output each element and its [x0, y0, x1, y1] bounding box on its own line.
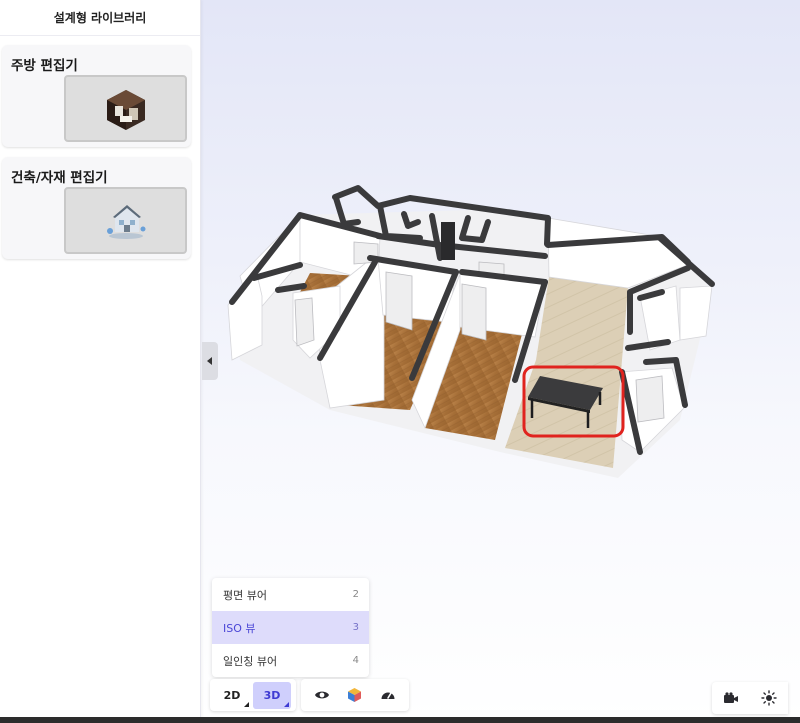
kitchen-editor-title: 주방 편집기 — [11, 58, 78, 74]
mode-3d-button[interactable]: 3D — [253, 681, 291, 709]
menu-item-shortcut: 3 — [352, 622, 359, 633]
eye-icon — [314, 691, 329, 699]
video-camera-icon — [724, 692, 738, 703]
bottom-edge-bar — [0, 717, 800, 723]
menu-item-label: 일인칭 뷰어 — [223, 654, 278, 668]
sun-icon — [761, 690, 777, 706]
menu-item-plan-viewer[interactable]: 평면 뷰어 2 — [212, 578, 369, 611]
library-panel: 설계형 라이브러리 주방 편집기 건축/자재 편집기 — [0, 0, 201, 723]
mode-3d-label: 3D — [263, 688, 281, 702]
gauge-icon — [381, 692, 395, 699]
architecture-editor-card[interactable]: 건축/자재 편집기 — [2, 157, 191, 259]
architecture-editor-title: 건축/자재 편집기 — [11, 170, 108, 186]
visibility-button[interactable] — [309, 682, 335, 708]
dark-door-opening — [441, 222, 455, 260]
menu-item-label: ISO 뷰 — [223, 621, 256, 635]
panel-title: 설계형 라이브러리 — [0, 0, 200, 36]
performance-button[interactable] — [375, 682, 401, 708]
cube-icon — [348, 688, 362, 702]
menu-item-label: 평면 뷰어 — [223, 588, 267, 602]
panel-collapse-button[interactable] — [202, 342, 218, 380]
material-view-button[interactable] — [342, 682, 368, 708]
camera-button[interactable] — [718, 685, 744, 711]
lighting-button[interactable] — [756, 685, 782, 711]
kitchen-editor-card[interactable]: 주방 편집기 — [2, 45, 191, 147]
mode-2d-button[interactable]: 2D — [213, 682, 251, 709]
menu-item-shortcut: 4 — [352, 655, 359, 666]
view-mode-menu: 평면 뷰어 2 ISO 뷰 3 일인칭 뷰어 4 — [212, 578, 369, 677]
camera-tools-bar — [712, 682, 788, 714]
mode-2d-label: 2D — [223, 688, 241, 702]
menu-item-iso-view[interactable]: ISO 뷰 3 — [212, 611, 369, 644]
house-thumbnail-icon[interactable] — [64, 187, 187, 254]
dropdown-corner-icon — [244, 701, 249, 707]
dropdown-corner-icon — [284, 701, 289, 707]
caret-left-icon — [207, 357, 212, 365]
kitchen-thumbnail-icon[interactable] — [64, 75, 187, 142]
menu-item-first-person-viewer[interactable]: 일인칭 뷰어 4 — [212, 644, 369, 677]
view-tools-bar — [301, 679, 409, 711]
view-mode-toggle: 2D 3D — [210, 679, 296, 711]
menu-item-shortcut: 2 — [352, 589, 359, 600]
